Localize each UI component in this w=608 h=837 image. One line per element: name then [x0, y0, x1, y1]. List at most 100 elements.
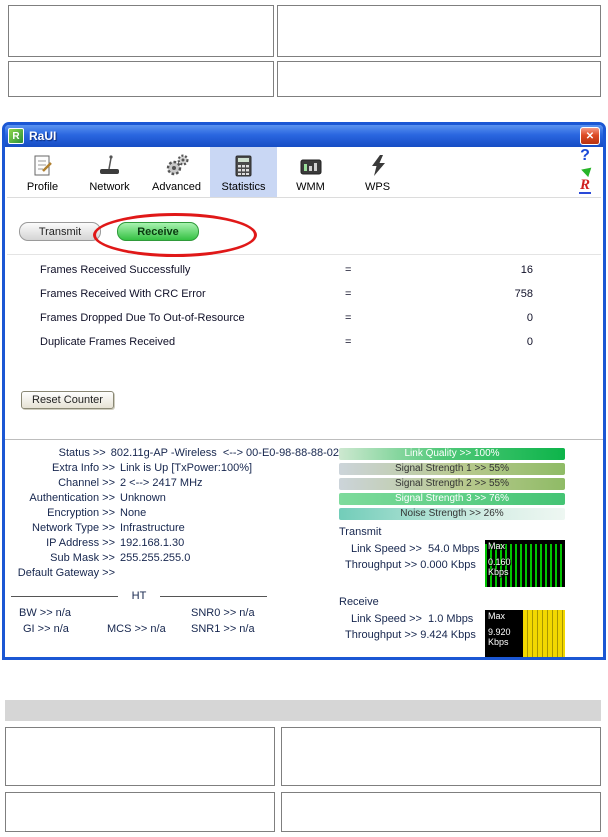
- toolbar-label: Network: [89, 181, 130, 193]
- status-value: 802.11g-AP -Wireless <--> 00-E0-98-88-88…: [110, 447, 339, 459]
- ht-label: HT: [131, 590, 147, 602]
- status-label: Channel >>: [58, 477, 115, 489]
- ht-mcs: MCS >> n/a: [107, 623, 166, 635]
- help-icon[interactable]: ?: [580, 148, 590, 164]
- status-row: Status >> 802.11g-AP -Wireless <--> 00-E0…: [5, 446, 339, 461]
- status-row: Encryption >> None: [5, 506, 339, 521]
- tab-transmit[interactable]: Transmit: [19, 222, 101, 241]
- tab-receive[interactable]: Receive: [117, 222, 199, 241]
- doc-table-cell: [277, 61, 601, 97]
- status-row: Network Type >> Infrastructure: [5, 521, 339, 536]
- status-label: Default Gateway >>: [17, 567, 115, 579]
- divider-line: [11, 595, 118, 597]
- toolbar-item-profile[interactable]: Profile: [9, 147, 76, 197]
- status-label: Extra Info >>: [52, 462, 115, 474]
- status-label: Sub Mask >>: [50, 552, 115, 564]
- status-row: Extra Info >> Link is Up [TxPower:100%]: [5, 461, 339, 476]
- chart-max-value: 0.160 Kbps: [488, 557, 511, 577]
- ht-gi: GI >> n/a: [23, 623, 69, 635]
- titlebar[interactable]: R RaUI ✕: [5, 125, 603, 147]
- status-row: IP Address >> 192.168.1.30: [5, 536, 339, 551]
- doc-table-cell: [8, 61, 274, 97]
- signal-gauges: Link Quality >> 100% Signal Strength 1 >…: [339, 446, 603, 657]
- status-label: IP Address >>: [46, 537, 115, 549]
- toolbar-item-network[interactable]: Network: [76, 147, 143, 197]
- ht-row: BW >> n/a SNR0 >> n/a: [5, 605, 339, 621]
- statistics-area: Frames Received Successfully = 16 Frames…: [5, 255, 603, 439]
- stat-equals: =: [345, 264, 352, 276]
- stat-label: Frames Received Successfully: [40, 264, 191, 276]
- toolbar-item-statistics[interactable]: Statistics: [210, 147, 277, 197]
- stat-equals: =: [345, 312, 352, 324]
- stat-equals: =: [345, 336, 352, 348]
- status-row: Authentication >> Unknown: [5, 491, 339, 506]
- toolbar-label: Advanced: [152, 181, 201, 193]
- signal-strength-3-bar: Signal Strength 3 >> 76%: [339, 493, 565, 505]
- ht-row: GI >> n/a MCS >> n/a SNR1 >> n/a: [5, 621, 339, 637]
- status-panel: Status >> 802.11g-AP -Wireless <--> 00-E0…: [5, 440, 603, 657]
- status-value: 192.168.1.30: [120, 537, 185, 549]
- stat-value: 758: [514, 288, 533, 300]
- chart-max-label: Max: [488, 611, 506, 621]
- tab-row: Transmit Receive: [5, 213, 603, 257]
- wps-icon: [365, 152, 391, 179]
- stat-row: Duplicate Frames Received = 0: [5, 337, 603, 348]
- receive-section: Link Speed >> 1.0 Mbps Throughput >> 9.4…: [339, 610, 603, 657]
- status-label: Status >>: [58, 447, 106, 459]
- doc-table-header: [5, 700, 601, 721]
- status-label: Network Type >>: [32, 522, 115, 534]
- stat-label: Frames Received With CRC Error: [40, 288, 206, 300]
- ht-snr1: SNR1 >> n/a: [191, 623, 255, 635]
- link-quality-bar: Link Quality >> 100%: [339, 448, 565, 460]
- status-row: Sub Mask >> 255.255.255.0: [5, 551, 339, 566]
- stat-value: 0: [526, 336, 533, 348]
- status-value: Unknown: [120, 492, 166, 504]
- transmit-history-chart: Max 0.160 Kbps: [485, 540, 565, 587]
- transmit-section: Link Speed >> 54.0 Mbps Throughput >> 0.…: [339, 540, 603, 590]
- status-row: Channel >> 2 <--> 2417 MHz: [5, 476, 339, 491]
- ht-divider: HT: [11, 590, 268, 602]
- stat-row: Frames Dropped Due To Out-of-Resource = …: [5, 313, 603, 324]
- toolbar-label: Profile: [26, 181, 59, 193]
- toolbar-label: WMM: [296, 181, 325, 193]
- toolbar-label: WPS: [364, 181, 391, 193]
- toolbar-item-wmm[interactable]: WMM: [277, 147, 344, 197]
- profile-icon: [30, 152, 56, 179]
- window-title: RaUI: [29, 129, 57, 143]
- raui-window: R RaUI ✕ Profile Network Advanced Statis…: [2, 122, 606, 660]
- ralink-logo-icon: R: [578, 177, 591, 194]
- status-row: Default Gateway >>: [5, 566, 339, 581]
- doc-table-cell: [5, 727, 275, 786]
- toolbar-item-advanced[interactable]: Advanced: [143, 147, 210, 197]
- chart-max-value: 9.920 Kbps: [488, 627, 511, 647]
- doc-table-cell: [281, 792, 601, 832]
- status-value: 2 <--> 2417 MHz: [120, 477, 203, 489]
- stat-equals: =: [345, 288, 352, 300]
- wmm-icon: [298, 152, 324, 179]
- close-button[interactable]: ✕: [580, 127, 600, 145]
- chart-max-label: Max: [488, 541, 506, 551]
- connection-info: Status >> 802.11g-AP -Wireless <--> 00-E0…: [5, 446, 339, 657]
- receive-history-chart: Max 9.920 Kbps: [485, 610, 565, 657]
- statistics-icon: [231, 152, 257, 179]
- ht-bw: BW >> n/a: [19, 607, 71, 619]
- doc-table-cell: [281, 727, 601, 786]
- stat-row: Frames Received Successfully = 16: [5, 265, 603, 276]
- stat-value: 16: [520, 264, 533, 276]
- reset-counter-button[interactable]: Reset Counter: [21, 391, 114, 409]
- ht-snr0: SNR0 >> n/a: [191, 607, 255, 619]
- toolbar-item-wps[interactable]: WPS: [344, 147, 411, 197]
- status-value: None: [120, 507, 147, 519]
- advanced-icon: [164, 152, 190, 179]
- stat-value: 0: [526, 312, 533, 324]
- toolbar-right-icons: ? R: [572, 148, 598, 194]
- doc-table-cell: [5, 792, 275, 832]
- cursor-icon: [579, 164, 591, 178]
- app-icon: R: [8, 128, 24, 144]
- doc-table-cell: [277, 5, 601, 57]
- status-value: Infrastructure: [120, 522, 185, 534]
- status-value: 255.255.255.0: [120, 552, 191, 564]
- signal-strength-2-bar: Signal Strength 2 >> 55%: [339, 478, 565, 490]
- receive-section-label: Receive: [339, 596, 379, 608]
- stat-label: Frames Dropped Due To Out-of-Resource: [40, 312, 245, 324]
